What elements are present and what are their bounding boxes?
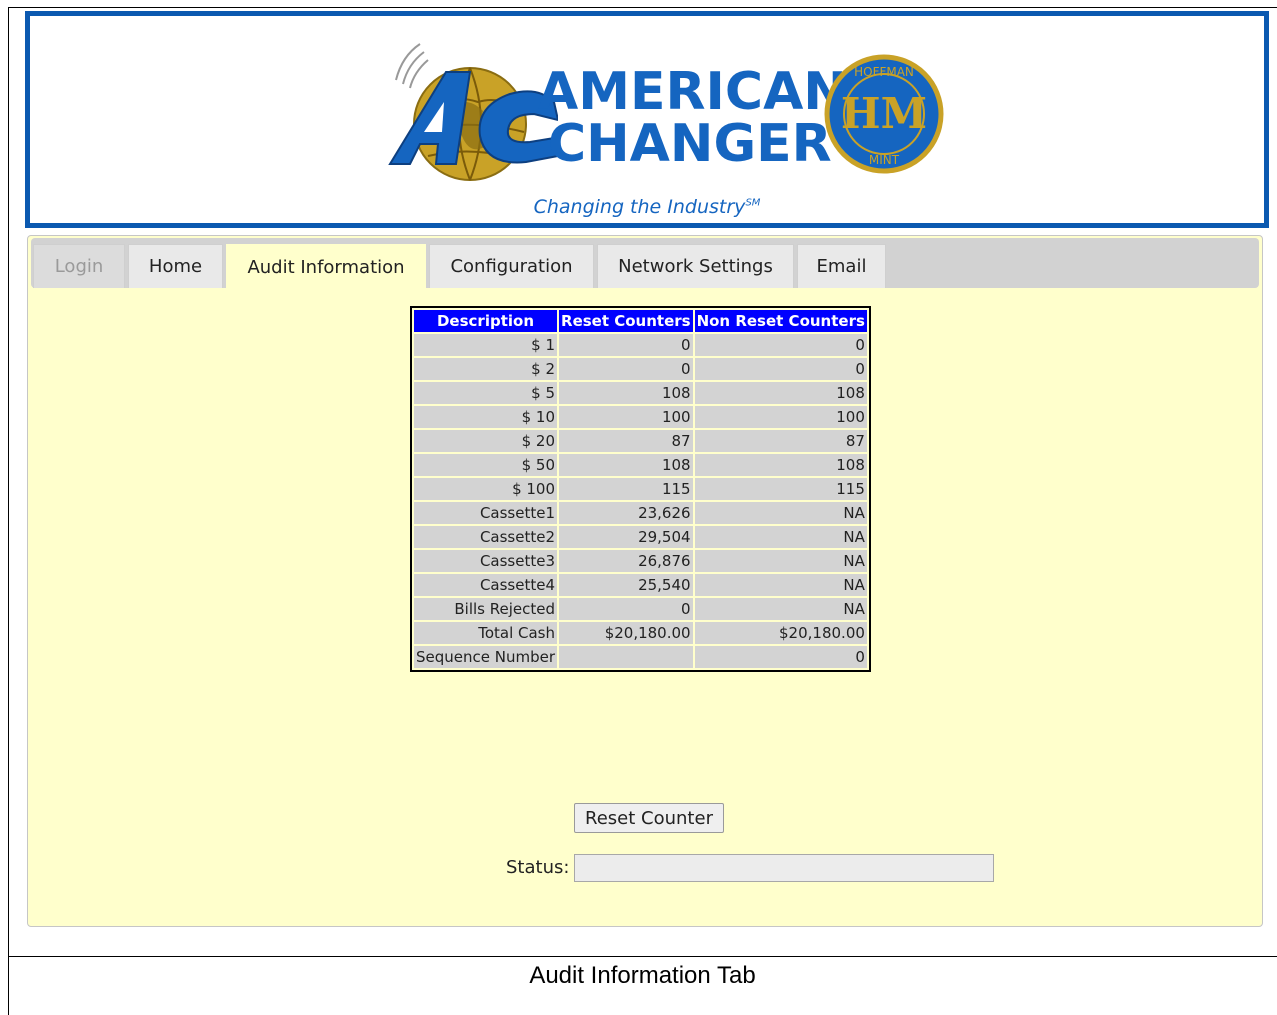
- row-non-reset-value: 108: [694, 382, 867, 404]
- row-description: $ 1: [414, 334, 558, 356]
- row-description: $ 10: [414, 406, 558, 428]
- row-reset-value: [559, 646, 693, 668]
- row-description: $ 20: [414, 430, 558, 452]
- american-changer-logo: AMERICAN CHANGER HM HOFFMAN MINT: [358, 36, 958, 196]
- table-row: Cassette3 26,876 NA: [414, 550, 867, 572]
- row-reset-value: 87: [559, 430, 693, 452]
- table-row: Cassette4 25,540 NA: [414, 574, 867, 596]
- reset-counter-button[interactable]: Reset Counter: [574, 803, 724, 833]
- table-row: Total Cash $20,180.00 $20,180.00: [414, 622, 867, 644]
- row-reset-value: 115: [559, 478, 693, 500]
- document-divider: [8, 956, 1277, 957]
- row-non-reset-value: 0: [694, 358, 867, 380]
- header-description: Description: [414, 310, 558, 332]
- table-row: $ 5 108 108: [414, 382, 867, 404]
- row-description: Total Cash: [414, 622, 558, 644]
- header-reset-counters: Reset Counters: [559, 310, 693, 332]
- row-reset-value: 23,626: [559, 502, 693, 524]
- row-description: Sequence Number: [414, 646, 558, 668]
- status-field: [574, 854, 994, 882]
- row-reset-value: 0: [559, 334, 693, 356]
- row-reset-value: 29,504: [559, 526, 693, 548]
- row-non-reset-value: $20,180.00: [694, 622, 867, 644]
- table-row: $ 10 100 100: [414, 406, 867, 428]
- document-frame-top: [8, 7, 1277, 8]
- row-description: Cassette2: [414, 526, 558, 548]
- row-non-reset-value: NA: [694, 574, 867, 596]
- row-description: Cassette3: [414, 550, 558, 572]
- table-row: $ 20 87 87: [414, 430, 867, 452]
- tab-home[interactable]: Home: [128, 244, 223, 288]
- tab-email[interactable]: Email: [797, 244, 886, 288]
- table-row: $ 50 108 108: [414, 454, 867, 476]
- tab-panel: Login Home Audit Information Configurati…: [27, 235, 1263, 927]
- table-row: Bills Rejected 0 NA: [414, 598, 867, 620]
- table-row: Sequence Number 0: [414, 646, 867, 668]
- svg-text:HOFFMAN: HOFFMAN: [854, 65, 914, 79]
- row-description: Cassette4: [414, 574, 558, 596]
- row-description: $ 2: [414, 358, 558, 380]
- row-reset-value: 108: [559, 382, 693, 404]
- row-reset-value: 108: [559, 454, 693, 476]
- tab-login[interactable]: Login: [33, 244, 125, 288]
- hoffman-mint-seal-icon: HM HOFFMAN MINT: [824, 54, 944, 174]
- figure-caption: Audit Information Tab: [529, 962, 756, 989]
- audit-counters-table: Description Reset Counters Non Reset Cou…: [410, 306, 871, 672]
- row-non-reset-value: 115: [694, 478, 867, 500]
- row-description: $ 5: [414, 382, 558, 404]
- row-reset-value: 0: [559, 358, 693, 380]
- tab-audit-information[interactable]: Audit Information: [226, 244, 426, 290]
- table-row: $ 200: [414, 358, 867, 380]
- brand-tagline: Changing the IndustrySM: [533, 196, 761, 218]
- row-reset-value: 100: [559, 406, 693, 428]
- row-non-reset-value: NA: [694, 502, 867, 524]
- row-non-reset-value: 87: [694, 430, 867, 452]
- row-description: Bills Rejected: [414, 598, 558, 620]
- tab-configuration[interactable]: Configuration: [429, 244, 594, 288]
- row-description: $ 100: [414, 478, 558, 500]
- row-reset-value: 26,876: [559, 550, 693, 572]
- table-header-row: Description Reset Counters Non Reset Cou…: [414, 310, 867, 332]
- row-description: Cassette1: [414, 502, 558, 524]
- globe-ac-icon: [388, 43, 558, 181]
- svg-text:HM: HM: [841, 89, 927, 138]
- status-label: Status:: [506, 857, 570, 878]
- row-non-reset-value: 0: [694, 334, 867, 356]
- brand-name-line2: CHANGER: [548, 114, 832, 174]
- row-non-reset-value: 108: [694, 454, 867, 476]
- row-non-reset-value: NA: [694, 598, 867, 620]
- row-non-reset-value: NA: [694, 526, 867, 548]
- svg-text:MINT: MINT: [869, 153, 900, 167]
- brand-banner: AMERICAN CHANGER HM HOFFMAN MINT Changin…: [25, 11, 1269, 228]
- header-non-reset-counters: Non Reset Counters: [694, 310, 867, 332]
- row-non-reset-value: 100: [694, 406, 867, 428]
- row-reset-value: 0: [559, 598, 693, 620]
- table-row: $ 100 115 115: [414, 478, 867, 500]
- row-reset-value: 25,540: [559, 574, 693, 596]
- row-description: $ 50: [414, 454, 558, 476]
- brand-name-line1: AMERICAN: [538, 62, 847, 122]
- table-row: Cassette1 23,626 NA: [414, 502, 867, 524]
- document-frame-left: [8, 7, 9, 1015]
- row-non-reset-value: 0: [694, 646, 867, 668]
- tab-network-settings[interactable]: Network Settings: [597, 244, 794, 288]
- table-row: $ 100: [414, 334, 867, 356]
- table-row: Cassette2 29,504 NA: [414, 526, 867, 548]
- tab-bar: Login Home Audit Information Configurati…: [31, 238, 1259, 290]
- row-reset-value: $20,180.00: [559, 622, 693, 644]
- row-non-reset-value: NA: [694, 550, 867, 572]
